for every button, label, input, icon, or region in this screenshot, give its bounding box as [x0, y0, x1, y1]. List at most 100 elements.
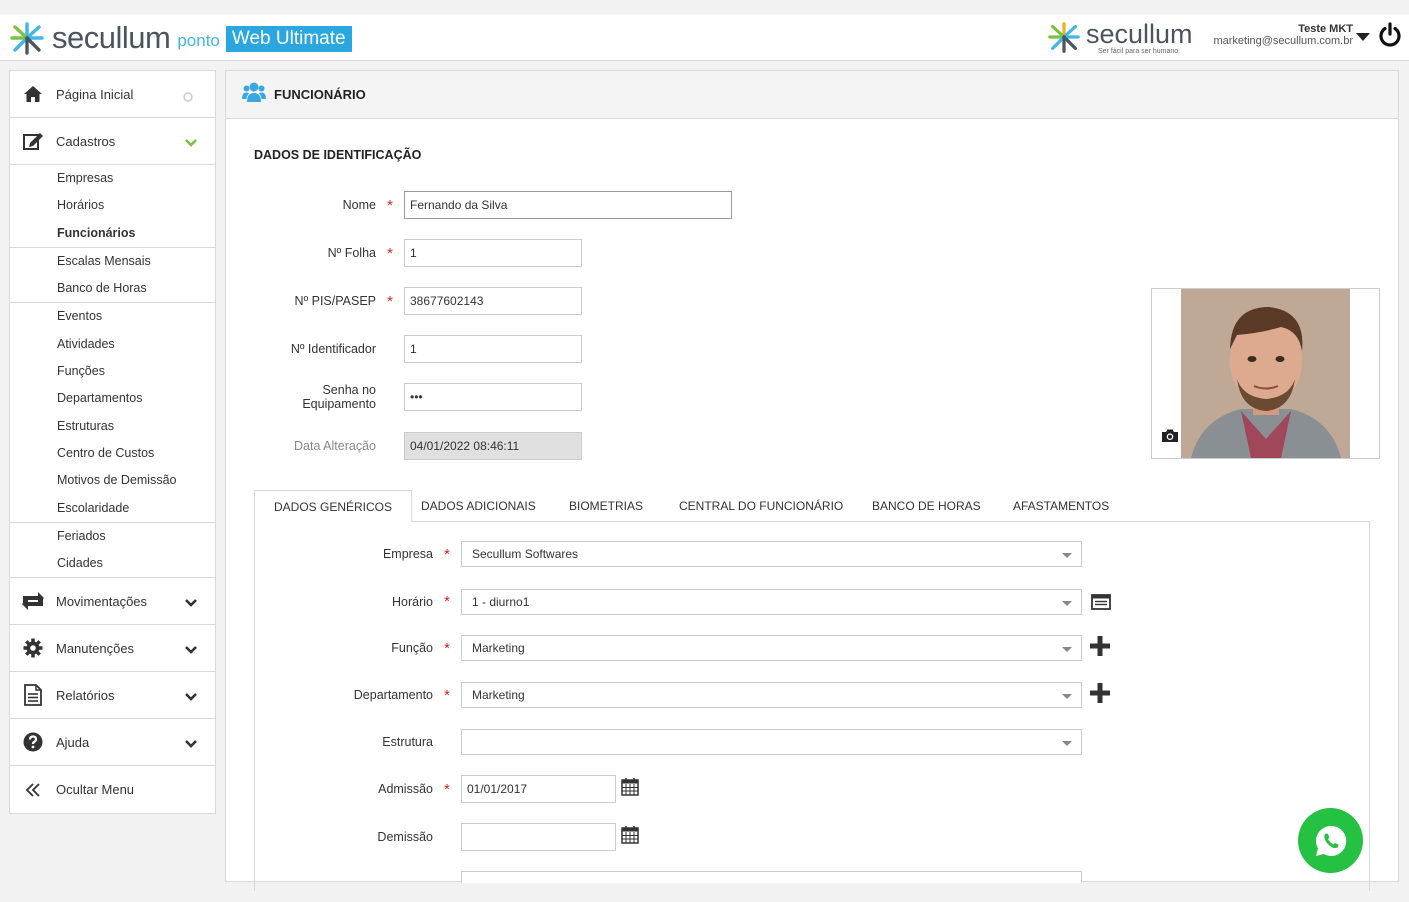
sidebar-item-label: Relatórios	[56, 687, 115, 703]
sidebar-item-cadastros[interactable]: Cadastros	[10, 118, 215, 165]
tab-afastamentos[interactable]: AFASTAMENTOS	[1013, 490, 1109, 522]
folha-input[interactable]: 1	[404, 239, 582, 267]
sidebar-item-atividades[interactable]: Atividades	[10, 331, 215, 358]
sidebar-item-departamentos[interactable]: Departamentos	[10, 385, 215, 412]
swap-icon	[10, 591, 56, 611]
calendar-icon[interactable]	[621, 777, 639, 801]
camera-icon[interactable]	[1161, 428, 1179, 448]
sidebar-item-horarios[interactable]: Horários	[10, 192, 215, 219]
chevron-down-icon	[185, 736, 197, 754]
funcao-select[interactable]: Marketing	[461, 635, 1082, 661]
users-icon	[242, 81, 266, 108]
horario-select[interactable]: 1 - diurno1	[461, 588, 1082, 615]
brand-logo: secullum Ser fácil para ser humano.	[1046, 19, 1193, 55]
submenu-group: Eventos Atividades Funções Departamentos…	[10, 303, 215, 523]
submenu-group: Feriados Cidades	[10, 523, 215, 579]
sidebar-item-relatorios[interactable]: Relatórios	[10, 672, 215, 720]
field-row-senha: Senha no Equipamento •••	[226, 383, 582, 411]
logo-ponto: ponto	[177, 31, 220, 50]
sidebar-item-manutencoes[interactable]: Manutenções	[10, 625, 215, 673]
field-row-funcao: Função * Marketing	[283, 635, 1110, 661]
identificador-input[interactable]: 1	[404, 335, 582, 363]
horario-value: 1 - diurno1	[472, 594, 530, 609]
funcao-label: Função	[391, 641, 433, 655]
empresa-select[interactable]: Secullum Softwares	[461, 541, 1082, 567]
power-icon[interactable]	[1377, 22, 1403, 53]
sidebar-item-label: Cadastros	[56, 133, 116, 149]
required-mark: *	[387, 196, 393, 214]
schedule-list-icon[interactable]	[1091, 594, 1111, 615]
senha-label-line2: Equipamento	[302, 397, 376, 411]
demissao-input[interactable]	[461, 823, 616, 851]
senha-input[interactable]: •••	[404, 383, 582, 411]
sidebar-item-empresas[interactable]: Empresas	[10, 165, 215, 192]
home-icon	[10, 85, 56, 103]
dropdown-arrow-icon	[1062, 741, 1072, 746]
required-mark: *	[444, 639, 450, 657]
add-funcao-icon[interactable]	[1090, 635, 1110, 661]
whatsapp-icon	[1315, 825, 1346, 856]
partial-select[interactable]	[461, 871, 1082, 883]
field-row-admissao: Admissão * 01/01/2017	[283, 775, 639, 803]
required-mark: *	[444, 593, 450, 610]
tab-dados-adicionais[interactable]: DADOS ADICIONAIS	[421, 490, 536, 522]
required-mark: *	[444, 780, 450, 798]
sidebar-item-centro-de-custos[interactable]: Centro de Custos	[10, 440, 215, 467]
estrutura-select[interactable]	[461, 729, 1082, 755]
cadastros-submenu: Empresas Horários Funcionários Escalas M…	[10, 165, 215, 579]
field-row-departamento: Departamento * Marketing	[283, 682, 1110, 708]
empresa-label: Empresa	[382, 547, 433, 561]
sidebar-item-movimentacoes[interactable]: Movimentações	[10, 578, 215, 626]
brand-slogan: Ser fácil para ser humano.	[1098, 48, 1181, 55]
admissao-input[interactable]: 01/01/2017	[461, 775, 616, 803]
sidebar-item-escalas-mensais[interactable]: Escalas Mensais	[10, 248, 215, 275]
field-row-data-alteracao: Data Alteração 04/01/2022 08:46:11	[226, 432, 582, 460]
sidebar-item-motivos-de-demissao[interactable]: Motivos de Demissão	[10, 467, 215, 494]
sidebar-item-home[interactable]: Página Inicial	[10, 71, 215, 118]
sidebar: Página Inicial Cadastros Empresas Horári…	[9, 70, 216, 815]
departamento-value: Marketing	[472, 688, 525, 702]
whatsapp-button[interactable]	[1298, 808, 1363, 873]
add-departamento-icon[interactable]	[1090, 682, 1110, 708]
dropdown-arrow-icon	[1062, 647, 1072, 652]
sidebar-item-eventos[interactable]: Eventos	[10, 303, 215, 330]
sidebar-item-escolaridade[interactable]: Escolaridade	[10, 495, 215, 522]
field-row-empresa: Empresa * Secullum Softwares	[283, 541, 1082, 567]
dropdown-arrow-icon	[1062, 553, 1072, 558]
document-icon	[10, 684, 56, 707]
required-mark: *	[444, 686, 450, 704]
sidebar-item-ajuda[interactable]: Ajuda	[10, 719, 215, 767]
pis-input[interactable]: 38677602143	[404, 287, 582, 315]
main-panel: FUNCIONÁRIO DADOS DE IDENTIFICAÇÃO Nome …	[225, 70, 1399, 891]
sidebar-item-cidades[interactable]: Cidades	[10, 550, 215, 577]
tab-central-do-funcionario[interactable]: CENTRAL DO FUNCIONÁRIO	[679, 490, 843, 522]
secullum-brand-icon	[1048, 22, 1080, 53]
employee-photo[interactable]	[1151, 288, 1380, 459]
app-logo[interactable]: secullum ponto Web Ultimate	[8, 20, 352, 56]
user-menu[interactable]: Teste MKT marketing@secullum.com.br	[1213, 23, 1353, 47]
sidebar-item-label: Ajuda	[56, 734, 90, 750]
nome-input[interactable]: Fernando da Silva	[404, 191, 732, 219]
pis-label: Nº PIS/PASEP	[294, 294, 376, 308]
sidebar-item-feriados[interactable]: Feriados	[10, 523, 215, 550]
field-row-pis: Nº PIS/PASEP * 38677602143	[226, 287, 582, 315]
brand-name: secullum	[1086, 19, 1193, 49]
tab-biometrias[interactable]: BIOMETRIAS	[569, 490, 643, 522]
sidebar-item-banco-de-horas[interactable]: Banco de Horas	[10, 275, 215, 302]
sidebar-item-estruturas[interactable]: Estruturas	[10, 413, 215, 440]
calendar-icon[interactable]	[621, 825, 639, 849]
chevron-down-icon	[185, 642, 197, 660]
sidebar-item-funcionarios[interactable]: Funcionários	[10, 220, 215, 247]
senha-label: Senha no Equipamento	[226, 383, 376, 411]
sidebar-item-funcoes[interactable]: Funções	[10, 358, 215, 385]
page-title: FUNCIONÁRIO	[274, 87, 366, 102]
departamento-select[interactable]: Marketing	[461, 682, 1082, 708]
tab-banco-de-horas[interactable]: BANCO DE HORAS	[872, 490, 981, 522]
field-row-folha: Nº Folha * 1	[226, 239, 582, 267]
tab-dados-genericos[interactable]: DADOS GENÉRICOS	[254, 490, 413, 522]
field-row-nome: Nome * Fernando da Silva	[226, 191, 732, 219]
user-dropdown-icon[interactable]	[1356, 33, 1370, 41]
data-alteracao-label: Data Alteração	[294, 439, 376, 453]
hide-menu-button[interactable]: Ocultar Menu	[10, 766, 215, 813]
horario-label: Horário	[392, 594, 433, 609]
